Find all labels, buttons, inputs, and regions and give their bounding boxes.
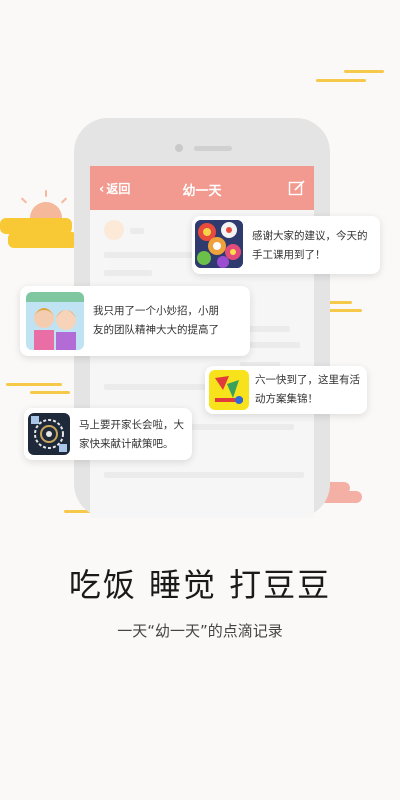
message-line: 感谢大家的建议，今天的 [252,230,368,242]
message-line: 手工课用到了！ [252,249,326,261]
placeholder-line [104,270,152,276]
message-line: 动方案集锦！ [255,393,318,405]
message-text: 马上要开家长会啦，大 家快来献计献策吧。 [79,416,184,454]
message-line: 家快来献计献策吧。 [79,438,174,450]
placeholder-line [130,228,144,234]
placeholder-line [104,472,304,478]
dark-pattern-avatar [28,413,70,455]
app-header: ‹ 返回 幼一天 [90,166,314,210]
headline: 吃饭 睡觉 打豆豆 [68,566,332,604]
chat-bubble[interactable]: 我只用了一个小妙招，小朋 友的团队精神大大的提高了 [20,286,250,356]
app-title: 幼一天 [182,184,222,199]
kids-photo-avatar [26,292,84,350]
placeholder-line [104,384,214,390]
yellow-line-decoration [316,79,366,82]
sun-ray [20,197,28,204]
sun-ray [60,197,68,204]
message-line: 马上要开家长会啦，大 [79,419,184,431]
sun-ray [45,190,47,197]
flower-collage-avatar [195,220,243,268]
yellow-line-decoration [6,383,62,386]
message-line: 友的团队精神大大的提高了 [93,324,219,336]
tagline: 一天“幼一天”的点滴记录 [117,622,283,640]
message-line: 六一快到了，这里有活 [255,374,360,386]
chat-bubble[interactable]: 感谢大家的建议，今天的 手工课用到了！ [192,216,380,274]
message-line: 我只用了一个小妙招，小朋 [93,305,219,317]
yellow-cloud-decoration [8,232,78,248]
chat-bubble[interactable]: 六一快到了，这里有活 动方案集锦！ [205,366,367,414]
yellow-flyer-avatar [209,370,249,410]
yellow-line-decoration [344,70,384,73]
chat-bubble[interactable]: 马上要开家长会啦，大 家快来献计献策吧。 [24,408,192,460]
phone-speaker [194,146,232,151]
message-text: 我只用了一个小妙招，小朋 友的团队精神大大的提高了 [93,302,219,340]
message-text: 六一快到了，这里有活 动方案集锦！ [255,371,360,409]
phone-camera [175,144,183,152]
placeholder-dot [104,220,124,240]
message-text: 感谢大家的建议，今天的 手工课用到了！ [252,227,368,265]
yellow-line-decoration [30,391,70,394]
edit-icon[interactable] [288,179,306,197]
